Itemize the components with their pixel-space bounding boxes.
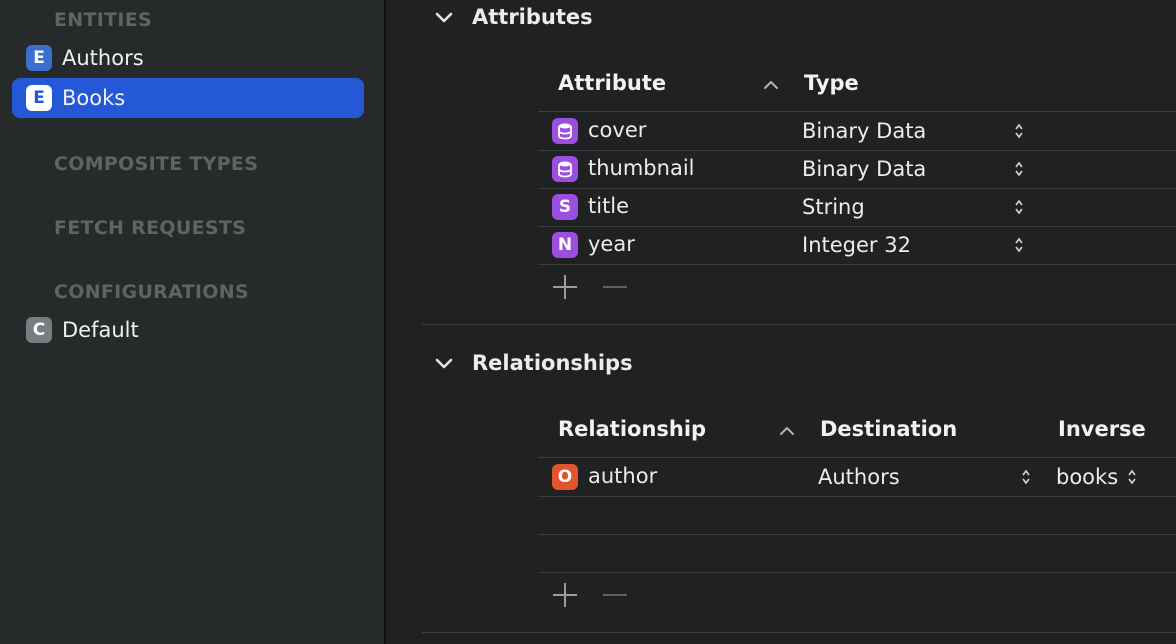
database-icon bbox=[552, 156, 578, 182]
composite-types-header[interactable]: COMPOSITE TYPES bbox=[54, 153, 258, 175]
configurations-header[interactable]: CONFIGURATIONS bbox=[54, 281, 249, 303]
relationships-section-title: Relationships bbox=[472, 351, 633, 375]
entity-badge-icon: E bbox=[26, 45, 52, 71]
sort-ascending-icon[interactable] bbox=[779, 426, 795, 436]
popup-stepper-icon[interactable] bbox=[1014, 237, 1024, 253]
section-divider bbox=[422, 632, 1176, 633]
remove-attribute-button[interactable] bbox=[601, 273, 629, 301]
sidebar-item-authors[interactable]: E Authors bbox=[12, 38, 364, 78]
relationship-column-header[interactable]: Relationship bbox=[558, 417, 706, 441]
entity-badge-icon: E bbox=[26, 85, 52, 111]
table-row[interactable]: thumbnail Binary Data bbox=[538, 150, 1176, 189]
remove-relationship-button[interactable] bbox=[601, 581, 629, 609]
relationship-destination[interactable]: Authors bbox=[818, 465, 900, 489]
chevron-down-icon[interactable] bbox=[434, 354, 454, 374]
table-row[interactable]: N year Integer 32 bbox=[538, 226, 1176, 265]
sidebar-item-label: Authors bbox=[62, 46, 144, 70]
inverse-column-header[interactable]: Inverse bbox=[1058, 417, 1146, 441]
add-relationship-button[interactable] bbox=[551, 581, 579, 609]
number-type-icon: N bbox=[552, 232, 578, 258]
sidebar-item-books[interactable]: E Books bbox=[12, 78, 364, 118]
sidebar-item-label: Default bbox=[62, 318, 139, 342]
database-icon bbox=[552, 118, 578, 144]
empty-table-row bbox=[538, 496, 1176, 535]
attribute-type[interactable]: Binary Data bbox=[802, 157, 926, 181]
attribute-type[interactable]: Binary Data bbox=[802, 119, 926, 143]
string-type-icon: S bbox=[552, 194, 578, 220]
attribute-type[interactable]: String bbox=[802, 195, 865, 219]
chevron-down-icon[interactable] bbox=[434, 8, 454, 28]
attribute-name[interactable]: title bbox=[588, 194, 629, 218]
type-column-header[interactable]: Type bbox=[804, 71, 859, 95]
sidebar-item-default[interactable]: C Default bbox=[12, 310, 364, 350]
sort-ascending-icon[interactable] bbox=[763, 80, 779, 90]
popup-stepper-icon[interactable] bbox=[1127, 469, 1137, 485]
popup-stepper-icon[interactable] bbox=[1021, 469, 1031, 485]
attribute-name[interactable]: year bbox=[588, 232, 635, 256]
attribute-column-header[interactable]: Attribute bbox=[558, 71, 666, 95]
popup-stepper-icon[interactable] bbox=[1014, 123, 1024, 139]
entity-editor: Attributes Attribute Type cover Binary D… bbox=[386, 0, 1176, 644]
attribute-type[interactable]: Integer 32 bbox=[802, 233, 911, 257]
relationship-inverse[interactable]: books bbox=[1056, 465, 1118, 489]
popup-stepper-icon[interactable] bbox=[1014, 161, 1024, 177]
relationship-name[interactable]: author bbox=[588, 464, 657, 488]
table-row[interactable]: S title String bbox=[538, 188, 1176, 227]
entities-header: ENTITIES bbox=[54, 9, 153, 31]
sidebar-item-label: Books bbox=[62, 86, 126, 110]
table-row[interactable]: O author Authors books bbox=[538, 458, 1176, 497]
attributes-section-title: Attributes bbox=[472, 5, 593, 29]
table-row[interactable]: cover Binary Data bbox=[538, 112, 1176, 151]
empty-table-row bbox=[538, 534, 1176, 573]
destination-column-header[interactable]: Destination bbox=[820, 417, 957, 441]
popup-stepper-icon[interactable] bbox=[1014, 199, 1024, 215]
section-divider bbox=[422, 324, 1176, 325]
fetch-requests-header[interactable]: FETCH REQUESTS bbox=[54, 217, 246, 239]
add-attribute-button[interactable] bbox=[551, 273, 579, 301]
attribute-name[interactable]: thumbnail bbox=[588, 156, 695, 180]
attribute-name[interactable]: cover bbox=[588, 118, 646, 142]
sidebar: ENTITIES E Authors E Books COMPOSITE TYP… bbox=[0, 0, 384, 644]
to-one-relationship-icon: O bbox=[552, 464, 578, 490]
configuration-badge-icon: C bbox=[26, 317, 52, 343]
